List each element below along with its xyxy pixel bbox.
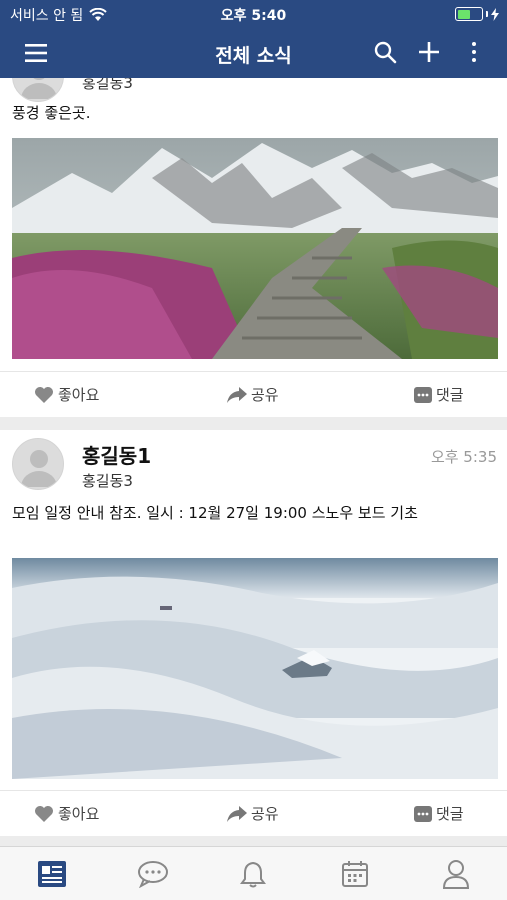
nav-bar: 전체 소식 <box>0 28 507 78</box>
status-time: 오후 5:40 <box>220 8 287 24</box>
avatar[interactable] <box>12 438 64 490</box>
calendar-icon <box>342 861 368 887</box>
post-actions: 좋아요 공유 댓글 <box>0 371 507 417</box>
tab-notifications[interactable] <box>236 857 270 891</box>
like-button[interactable]: 좋아요 <box>34 803 99 824</box>
add-icon[interactable] <box>417 40 441 64</box>
share-label: 공유 <box>251 386 279 404</box>
post-image[interactable] <box>12 138 498 359</box>
bell-icon <box>240 861 266 888</box>
chat-icon <box>138 861 168 888</box>
feed-icon <box>38 861 66 887</box>
post-time: 오후 5:35 <box>430 448 497 466</box>
mountain-path-photo <box>12 138 498 359</box>
feed-list[interactable]: 홍길동3 풍경 좋은곳. 좋아요 공유 댓글 홍길동1 홍길동3 오후 5:35… <box>0 78 507 846</box>
battery-icon <box>455 7 499 21</box>
tab-feed[interactable] <box>35 857 69 891</box>
person-icon <box>442 860 470 889</box>
post-author[interactable]: 홍길동1 <box>82 440 151 469</box>
like-label: 좋아요 <box>58 386 100 404</box>
post-text: 모임 일정 안내 참조. 일시 : 12월 27일 19:00 스노우 보드 기… <box>12 504 418 522</box>
share-button[interactable]: 공유 <box>227 384 279 405</box>
comment-button[interactable]: 댓글 <box>414 803 464 824</box>
snowy-hills-photo <box>12 558 498 779</box>
more-icon[interactable] <box>462 40 486 64</box>
post-image[interactable] <box>12 558 498 779</box>
post-card: 홍길동1 홍길동3 오후 5:35 모임 일정 안내 참조. 일시 : 12월 … <box>0 430 507 836</box>
comment-icon <box>414 386 432 403</box>
heart-icon <box>35 805 53 822</box>
status-bar: 서비스 안 됨 오후 5:40 <box>0 0 507 28</box>
comment-label: 댓글 <box>436 805 464 823</box>
comment-icon <box>414 805 432 822</box>
tab-bar <box>0 846 507 900</box>
charging-icon <box>491 7 499 21</box>
like-button[interactable]: 좋아요 <box>34 384 99 405</box>
share-icon <box>227 805 247 822</box>
like-label: 좋아요 <box>58 805 100 823</box>
share-label: 공유 <box>251 805 279 823</box>
avatar[interactable] <box>12 78 64 102</box>
share-button[interactable]: 공유 <box>227 803 279 824</box>
share-icon <box>227 386 247 403</box>
post-card: 홍길동3 풍경 좋은곳. 좋아요 공유 댓글 <box>0 78 507 417</box>
tab-calendar[interactable] <box>338 857 372 891</box>
post-actions: 좋아요 공유 댓글 <box>0 790 507 836</box>
post-text: 풍경 좋은곳. <box>12 104 91 122</box>
comment-button[interactable]: 댓글 <box>414 384 464 405</box>
heart-icon <box>35 386 53 403</box>
post-group: 홍길동3 <box>82 472 133 490</box>
search-icon[interactable] <box>373 40 397 64</box>
tab-chat[interactable] <box>136 857 170 891</box>
tab-profile[interactable] <box>439 857 473 891</box>
comment-label: 댓글 <box>436 386 464 404</box>
post-group: 홍길동3 <box>82 78 133 92</box>
